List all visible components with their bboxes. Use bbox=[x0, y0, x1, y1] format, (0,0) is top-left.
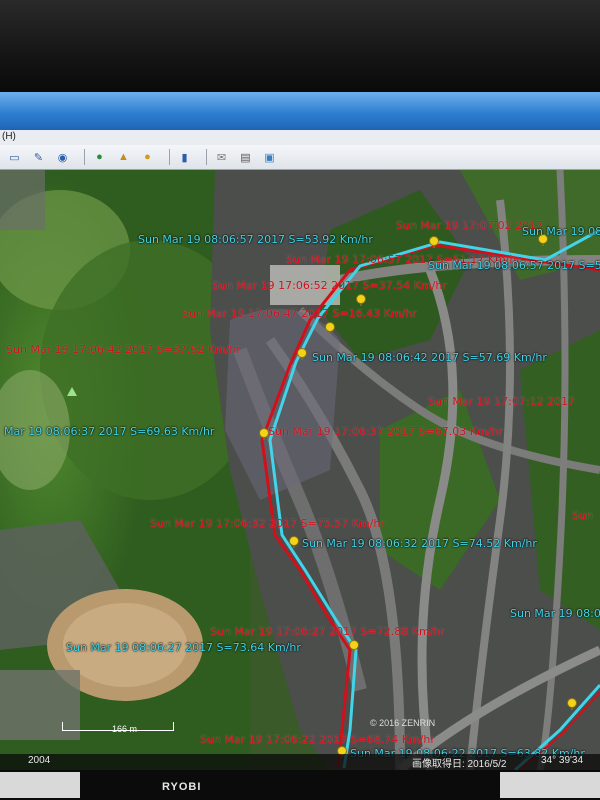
toolbar-separator bbox=[169, 149, 170, 165]
menu-help[interactable]: (H) bbox=[2, 131, 16, 142]
tree-marker-icon bbox=[66, 386, 78, 398]
menu-bar: (H) bbox=[0, 130, 600, 146]
save-image-icon[interactable]: ▣ bbox=[261, 149, 278, 165]
route-label-cyan[interactable]: Mar 19 08:06:37 2017 S=69.63 Km/hr bbox=[4, 426, 214, 438]
map-pin-icon[interactable] bbox=[348, 640, 360, 652]
email-icon[interactable]: ✉ bbox=[213, 149, 230, 165]
monitor-brand-label: RYOBI bbox=[162, 781, 202, 793]
route-label-cyan[interactable]: Sun Mar 19 08:06:27 2017 S=73.64 Km/hr bbox=[66, 642, 301, 654]
route-label-red[interactable]: Sun Mar 19 17:06:37 2017 S=67.03 Km/hr bbox=[268, 426, 503, 438]
map-pin-icon[interactable] bbox=[566, 698, 578, 710]
route-label-red[interactable]: Sun Mar 19 17:06:47 2017 S=16.43 Km/hr bbox=[182, 308, 417, 320]
scale-label: 166 m bbox=[112, 724, 138, 734]
map-pin-icon[interactable] bbox=[428, 236, 440, 248]
route-label-cyan[interactable]: Sun Mar 19 08:07:02 2017 S=51.17 Km/hr bbox=[522, 226, 600, 238]
copyright-text: © 2016 ZENRIN bbox=[370, 718, 436, 728]
eraser-icon[interactable]: ✎ bbox=[30, 149, 47, 165]
monitor-sticker bbox=[0, 772, 80, 798]
route-label-red[interactable]: Sun Mar 19 17:06:27 2017 S=72.88 Km/hr bbox=[210, 626, 445, 638]
status-bar: 2004 画像取得日: 2016/5/2 34° 39'34 bbox=[0, 754, 600, 770]
route-label-red[interactable]: Sun Mar 19 17:07:02 2017 bbox=[396, 220, 543, 232]
route-label-cyan[interactable]: Sun Mar 19 08:06:57 2017 S=51.17 Km/hr bbox=[428, 260, 600, 272]
ruler-icon[interactable]: ▭ bbox=[6, 149, 23, 165]
map-pin-icon[interactable] bbox=[288, 536, 300, 548]
monitor-sticker bbox=[500, 772, 600, 798]
map-pin-icon[interactable] bbox=[296, 348, 308, 360]
route-label-cyan[interactable]: Sun Mar 19 08:06:42 2017 S=57.69 Km/hr bbox=[312, 352, 547, 364]
globe-icon[interactable]: ● bbox=[91, 149, 108, 165]
route-label-cyan[interactable]: Sun Mar 19 08:06:57 2017 S=51.17 Km/hr bbox=[510, 608, 600, 620]
satellite-map-view[interactable]: Sun Mar 19 17:07:02 2017 Sun Mar 19 08:0… bbox=[0, 170, 600, 770]
toolbar-separator bbox=[206, 149, 207, 165]
imagery-year: 2004 bbox=[28, 755, 51, 766]
route-label-red[interactable]: Sun Mar 19 17:06:52 2017 S=37.54 Km/hr bbox=[212, 280, 447, 292]
window-title-bar[interactable] bbox=[0, 92, 600, 130]
monitor-bezel-top bbox=[0, 0, 600, 92]
toolbar: ▭ ✎ ◉ ● ▲ ● ▮ ✉ ▤ ▣ bbox=[0, 145, 600, 170]
sidebar-icon[interactable]: ▮ bbox=[176, 149, 193, 165]
route-label-red[interactable]: Sun bbox=[572, 510, 593, 522]
tour-icon[interactable]: ◉ bbox=[54, 149, 71, 165]
route-label-cyan[interactable]: Sun Mar 19 08:06:32 2017 S=74.52 Km/hr bbox=[302, 538, 537, 550]
coordinates-readout: 34° 39'34 bbox=[541, 755, 584, 766]
print-icon[interactable]: ▤ bbox=[237, 149, 254, 165]
planet-icon[interactable]: ● bbox=[139, 149, 156, 165]
route-label-cyan[interactable]: Sun Mar 19 08:06:57 2017 S=53.92 Km/hr bbox=[138, 234, 373, 246]
route-label-red[interactable]: Sun Mar 19 17:06:32 2017 S=75.57 Km/hr bbox=[150, 518, 385, 530]
toolbar-separator bbox=[84, 149, 85, 165]
map-pin-icon[interactable] bbox=[324, 322, 336, 334]
terrain-icon[interactable]: ▲ bbox=[115, 149, 132, 165]
map-pin-icon[interactable] bbox=[355, 294, 367, 306]
image-date: 画像取得日: 2016/5/2 bbox=[412, 759, 507, 770]
route-label-red[interactable]: Sun Mar 19 17:06:42 2017 S=37.62 Km/hr bbox=[6, 344, 241, 356]
route-label-red[interactable]: Sun Mar 19 17:07:12 2017 bbox=[428, 396, 575, 408]
route-label-red[interactable]: Sun Mar 19 17:06:22 2017 S=68.74 Km/hr bbox=[200, 734, 435, 746]
